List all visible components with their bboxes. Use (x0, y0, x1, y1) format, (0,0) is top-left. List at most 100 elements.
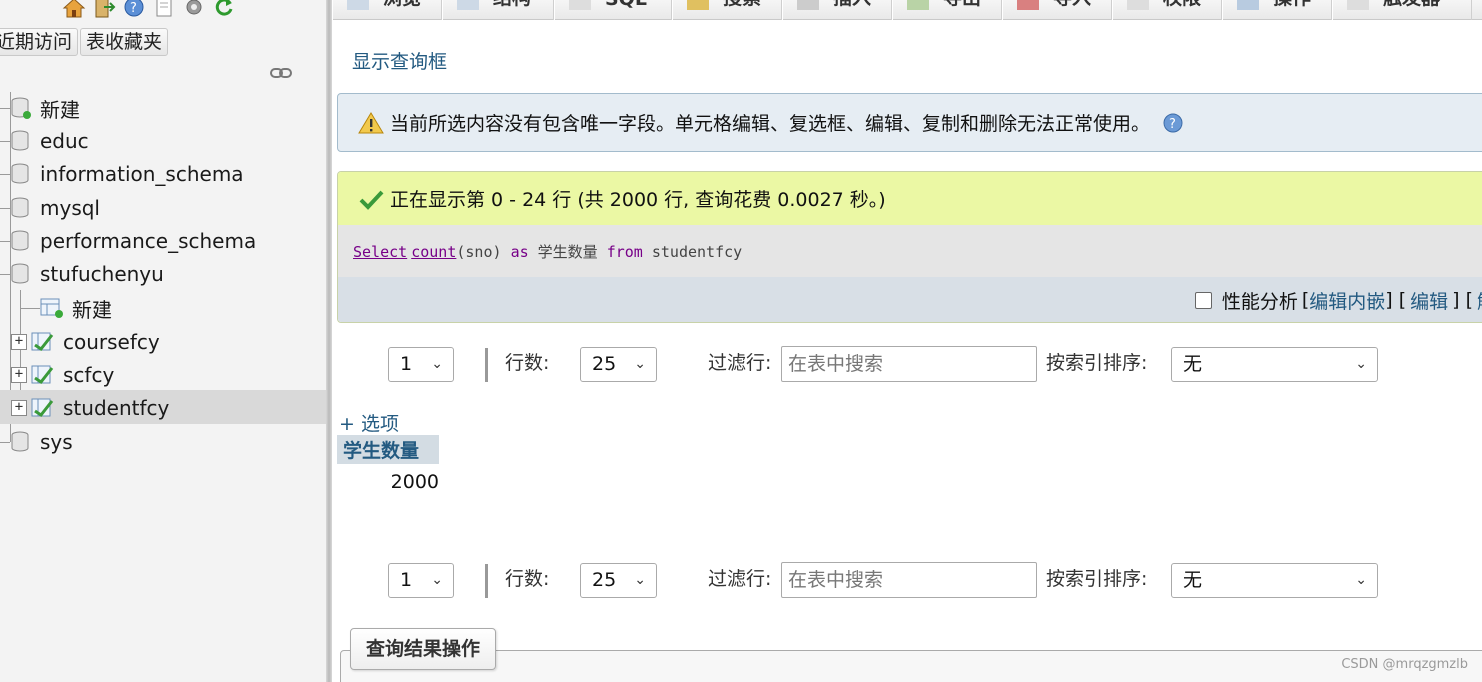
sql-keyword-select[interactable]: Select (353, 243, 407, 261)
rows-per-page-select[interactable]: 25 ⌄ (580, 563, 657, 598)
sql-function-count[interactable]: count (411, 243, 456, 261)
success-text: 正在显示第 0 - 24 行 (共 2000 行, 查询花费 0.0027 秒。… (390, 189, 886, 211)
result-table: 学生数量 2000 (337, 435, 440, 496)
tab-triggers[interactable]: 触发器 (1332, 0, 1472, 20)
docs-icon[interactable] (152, 0, 176, 18)
exit-icon[interactable] (92, 0, 116, 18)
page-select[interactable]: 1 ⌄ (388, 347, 454, 382)
divider (485, 564, 488, 598)
sql-keyword-from: from (606, 243, 643, 261)
divider (485, 348, 488, 382)
tree-item-db-information-schema[interactable]: information_schema (0, 158, 244, 190)
insert-icon (797, 0, 819, 10)
edit-link[interactable]: 编辑 (1410, 287, 1448, 314)
column-header[interactable]: 学生数量 (337, 435, 440, 464)
filter-rows-input[interactable]: 在表中搜索 (781, 562, 1037, 598)
tab-sql[interactable]: SQL (554, 0, 672, 20)
tree-item-db-performance-schema[interactable]: performance_schema (0, 225, 256, 257)
database-icon (11, 130, 29, 151)
structure-icon (457, 0, 479, 10)
options-toggle-link[interactable]: + 选项 (339, 409, 399, 436)
tab-export[interactable]: 导出 (892, 0, 1002, 20)
database-icon (11, 230, 29, 251)
warning-text: 当前所选内容没有包含唯一字段。单元格编辑、复选框、编辑、复制和删除无法正常使用。 (390, 113, 1151, 135)
tree-item-table-coursefcy[interactable]: + coursefcy (11, 326, 160, 358)
explain-sql-link[interactable]: 解 (1477, 287, 1482, 314)
tab-structure[interactable]: 结构 (442, 0, 554, 20)
tab-import[interactable]: 导入 (1002, 0, 1112, 20)
help-icon[interactable]: ? (122, 0, 146, 18)
table-navigation-bottom: 1 ⌄ 行数: 25 ⌄ 过滤行: 在表中搜索 按索引排序: 无 ⌄ (388, 562, 1388, 598)
tree-item-label: scfcy (63, 363, 115, 387)
tab-browse[interactable]: 浏览 (332, 0, 442, 20)
profiling-label: 性能分析 (1221, 290, 1298, 313)
query-result-box: 正在显示第 0 - 24 行 (共 2000 行, 查询花费 0.0027 秒。… (337, 171, 1482, 323)
rows-per-page-select[interactable]: 25 ⌄ (580, 347, 657, 382)
sql-query-display[interactable]: Select count(sno) as 学生数量 from studentfc… (338, 225, 1482, 277)
query-results-operations-title: 查询结果操作 (350, 628, 497, 670)
tab-operations[interactable]: 操作 (1222, 0, 1332, 20)
reload-icon[interactable] (212, 0, 236, 18)
filter-label: 过滤行: (708, 568, 772, 590)
new-database-icon (11, 97, 31, 119)
help-icon[interactable]: ? (1162, 112, 1184, 134)
table-icon (31, 332, 54, 352)
chevron-down-icon: ⌄ (431, 356, 443, 372)
sort-by-key-select[interactable]: 无 ⌄ (1171, 563, 1378, 598)
tree-item-label: coursefcy (63, 330, 160, 354)
edit-inline-link[interactable]: 编辑内嵌 (1309, 287, 1385, 314)
tree-item-db-educ[interactable]: educ (0, 125, 89, 157)
database-icon (11, 163, 29, 184)
tab-search[interactable]: 搜索 (672, 0, 782, 20)
recent-tables-button[interactable]: 近期访问 (0, 28, 79, 56)
home-icon[interactable] (62, 0, 86, 18)
table-header-row: 学生数量 (337, 435, 440, 464)
show-query-box-link[interactable]: 显示查询框 (352, 47, 447, 74)
tree-item-label: sys (40, 430, 73, 454)
table-icon (31, 365, 54, 385)
browse-icon (347, 0, 369, 10)
table-row: 2000 (337, 464, 439, 496)
watermark: CSDN @mrqzgmzlb (1341, 657, 1468, 672)
tree-item-db-stufuchenyu[interactable]: stufuchenyu (0, 258, 164, 290)
tree-connector (20, 308, 40, 309)
database-icon (11, 263, 29, 284)
tab-insert[interactable]: 插入 (782, 0, 892, 20)
tree-item-label: mysql (40, 196, 100, 220)
new-table-icon (40, 298, 63, 318)
database-icon (11, 197, 29, 218)
page-select[interactable]: 1 ⌄ (388, 563, 454, 598)
favorite-tables-button[interactable]: 表收藏夹 (80, 28, 169, 56)
expand-icon[interactable]: + (11, 367, 27, 383)
tree-item-new-database[interactable]: 新建 (0, 92, 80, 124)
tab-privileges[interactable]: 权限 (1112, 0, 1222, 20)
tree-item-db-mysql[interactable]: mysql (0, 192, 100, 224)
table-cell[interactable]: 2000 (337, 464, 439, 496)
filter-label: 过滤行: (708, 352, 772, 374)
main-content: 浏览 结构 SQL 搜索 插入 导出 导入 权限 操作 触发器 显示查询框 当前… (332, 0, 1482, 682)
tree-item-new-table[interactable]: 新建 (40, 292, 112, 324)
table-navigation-top: 1 ⌄ 行数: 25 ⌄ 过滤行: 在表中搜索 按索引排序: 无 ⌄ (388, 346, 1388, 382)
tree-item-label: 新建 (40, 97, 80, 122)
triggers-icon (1347, 0, 1369, 10)
profiling-checkbox[interactable] (1194, 291, 1212, 309)
sort-by-key-select[interactable]: 无 ⌄ (1171, 347, 1378, 382)
sort-by-key-label: 按索引排序: (1046, 568, 1148, 590)
tree-item-table-studentfcy[interactable]: + studentfcy (11, 392, 169, 424)
link-with-main-icon[interactable] (270, 66, 292, 80)
filter-rows-input[interactable]: 在表中搜索 (781, 346, 1037, 382)
settings-icon[interactable] (182, 0, 206, 18)
query-tools-bar: 性能分析 [ 编辑内嵌 ] [ 编辑 ] [ 解 (338, 277, 1482, 322)
sql-argument: (sno) (456, 243, 502, 261)
warning-notice: 当前所选内容没有包含唯一字段。单元格编辑、复选框、编辑、复制和删除无法正常使用。… (337, 93, 1482, 152)
expand-icon[interactable]: + (11, 400, 27, 416)
chevron-down-icon: ⌄ (634, 356, 646, 372)
bracket: ] (1385, 289, 1393, 311)
tree-item-db-sys[interactable]: sys (0, 426, 73, 458)
bracket: ] (1452, 289, 1460, 311)
tree-item-table-scfcy[interactable]: + scfcy (11, 359, 114, 391)
database-icon (11, 431, 29, 452)
expand-icon[interactable]: + (11, 334, 27, 350)
tree-item-label: studentfcy (63, 396, 170, 420)
bracket: [ (1398, 289, 1407, 311)
